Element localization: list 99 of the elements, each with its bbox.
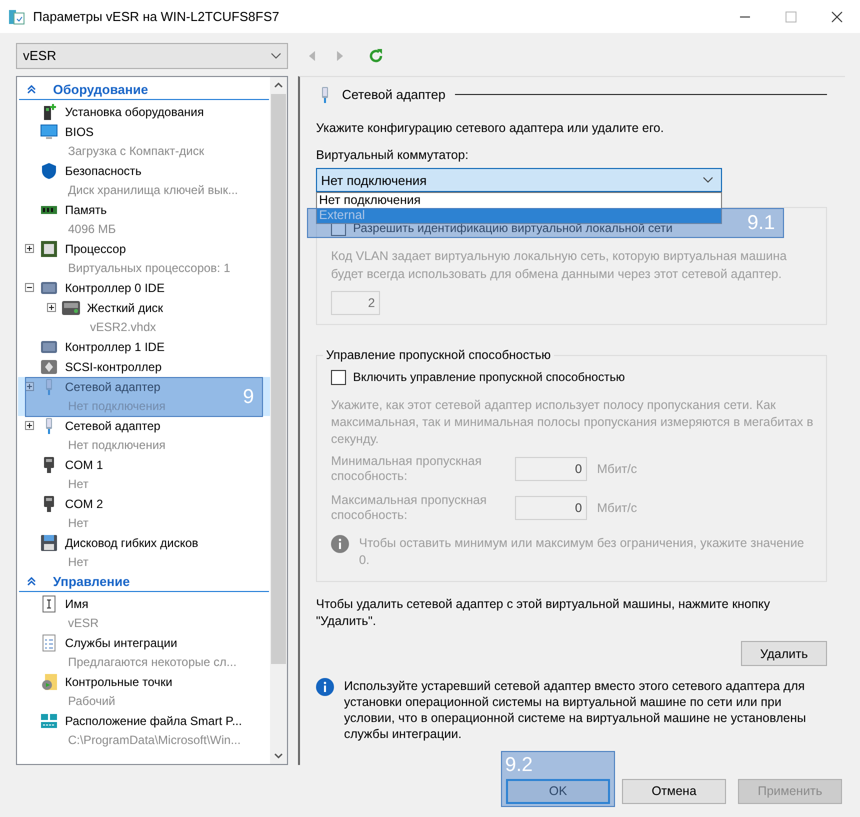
chevron-down-icon (271, 52, 281, 59)
item-detail: vESR2.vhdx (90, 319, 156, 336)
unit-label: Мбит/с (597, 500, 638, 518)
item-detail: C:\ProgramData\Microsoft\Win... (68, 732, 241, 750)
item-detail: 4096 МБ (68, 221, 116, 238)
tree-item[interactable]: Сетевой адаптер Нет подключения (18, 416, 270, 455)
server-icon (40, 712, 58, 730)
item-name: Контроллер 0 IDE (65, 280, 165, 297)
intro-text: Укажите конфигурацию сетевого адаптера или удалите его. (316, 120, 665, 137)
monitor-icon (40, 122, 58, 141)
info-icon (316, 678, 334, 696)
tree-item[interactable]: Установка оборудования (18, 102, 270, 122)
info-icon (331, 535, 349, 554)
item-name: Безопасность (65, 162, 142, 180)
checklist-icon (40, 634, 58, 652)
field-label: Минимальная пропускная способность: (331, 454, 483, 484)
tree-item[interactable]: Жесткий диск vESR2.vhdx (40, 298, 270, 337)
legacy-adapter-info: Используйте устаревший сетевой адаптер вместо этого сетевого адаптера для установки операционной системы на виртуальной машине по сети или при условии, что в операционной системе на виртуальной машине не установлены службы интеграции. (344, 678, 807, 742)
chevron-down-icon (703, 177, 713, 184)
section-header[interactable]: Управление (19, 572, 269, 592)
double-chevron-up-icon (27, 85, 36, 94)
tree-item[interactable]: Процессор Виртуальных процессоров: 1 (18, 238, 270, 278)
item-name: Установка оборудования (65, 104, 204, 121)
item-name: Контроллер 1 IDE (65, 338, 165, 356)
text-document-icon (40, 594, 58, 613)
item-detail: Нет (68, 476, 88, 494)
tree-item[interactable]: BIOS Загрузка с Компакт-диск (18, 122, 270, 161)
item-name: Расположение файла Smart P... (65, 712, 242, 730)
field-label: Максимальная пропускная способность: (331, 493, 488, 524)
tree-item[interactable]: Память 4096 МБ (18, 200, 270, 239)
refresh-icon[interactable] (368, 48, 384, 64)
item-name: Дисковод гибких дисков (65, 534, 198, 552)
callout-number: 9.2 (505, 754, 533, 774)
scrollbar[interactable] (270, 76, 287, 764)
item-detail: Нет подключения (68, 398, 166, 416)
item-name: Службы интеграции (65, 634, 178, 652)
item-detail: Предлагаются некоторые сл... (68, 654, 237, 672)
item-name: Сетевой адаптер (65, 418, 160, 435)
callout-number: 9 (242, 386, 254, 407)
bandwidth-description: Укажите, как этот сетевой адаптер использует полосу пропускания сети. Как максимальная, так и минимальная полосы пропускания измеряются в мегабитах в секунду. (331, 397, 814, 448)
expand-icon[interactable] (24, 421, 34, 430)
tree-item[interactable]: COM 1 Нет (18, 454, 270, 494)
window-title: Параметры vESR на WIN-L2TCUFS8FS7 (33, 8, 280, 26)
hard-drive-icon (62, 298, 80, 317)
item-name: COM 1 (65, 456, 104, 474)
scsi-icon (40, 358, 58, 376)
tree-item[interactable]: Контрольные точки Рабочий (18, 672, 270, 711)
virtual-switch-select[interactable]: Нет подключения (316, 168, 722, 192)
item-name: Сетевой адаптер (65, 378, 160, 396)
dialog-button[interactable]: Отмена (622, 778, 726, 804)
processor-icon (40, 240, 58, 258)
item-name: Имя (65, 596, 88, 613)
panel-title: Сетевой адаптер (342, 86, 446, 104)
unit-label: Мбит/с (597, 461, 638, 478)
item-detail: vESR (68, 615, 99, 632)
dropdown-option[interactable]: Нет подключения (317, 193, 721, 208)
collapse-icon[interactable] (24, 283, 34, 292)
bandwidth-note: Чтобы оставить минимум или максимум без ограничения, укажите значение 0. (359, 535, 806, 570)
tree-item[interactable]: Имя vESR (18, 594, 270, 633)
item-detail: Нет подключения (68, 437, 166, 454)
section-title: Управление (53, 573, 130, 592)
item-detail: Виртуальных процессоров: 1 (68, 260, 230, 278)
item-detail: Нет (68, 515, 88, 532)
double-chevron-up-icon (27, 577, 36, 586)
item-detail: Диск хранилища ключей вык... (68, 182, 238, 200)
remove-button[interactable]: Удалить (741, 641, 827, 666)
item-name: COM 2 (65, 496, 104, 513)
expand-icon[interactable] (46, 303, 56, 312)
settings-window-icon (9, 8, 25, 24)
tree-item[interactable]: Дисковод гибких дисков Нет (18, 532, 270, 572)
section-title: Оборудование (53, 81, 148, 100)
item-detail: Загрузка с Компакт-диск (68, 143, 204, 160)
item-name: Процессор (65, 240, 126, 258)
tree-item[interactable]: Безопасность Диск хранилища ключей вык... (18, 160, 270, 200)
checkbox-label: Включить управление пропускной способностью (353, 369, 625, 386)
remove-text: Чтобы удалить сетевой адаптер с этой виртуальной машины, нажмите кнопку "Удалить". (316, 596, 772, 630)
item-name: Контрольные точки (65, 674, 172, 691)
expand-icon[interactable] (24, 244, 34, 254)
item-detail: Нет (68, 554, 88, 572)
checkpoint-folder-icon (40, 672, 58, 691)
section-header[interactable]: Оборудование (19, 80, 269, 100)
item-name: Память (65, 202, 107, 219)
vlan-description: Код VLAN задает виртуальную локальную сеть, которую виртуальная машина будет всегда использовать для обмена данными через этот сетевой адаптер. (331, 248, 788, 284)
item-detail: Рабочий (68, 693, 116, 710)
item-name: Жесткий диск (87, 300, 164, 317)
tree-item[interactable]: SCSI-контроллер (18, 356, 270, 377)
shield-icon (40, 162, 58, 180)
callout-number: 9.1 (747, 213, 775, 234)
vm-select[interactable]: vESR (16, 43, 288, 69)
tree-item[interactable]: COM 2 Нет (18, 494, 270, 533)
tree-item[interactable]: Контроллер 0 IDE (18, 278, 270, 298)
switch-label: Виртуальный коммутатор: (316, 146, 470, 164)
tree-item[interactable]: Расположение файла Smart P... C:\ProgramData\Microsoft\Win... (18, 710, 270, 750)
scrollbar-thumb[interactable] (271, 94, 286, 664)
tree-item[interactable]: Службы интеграции Предлагаются некоторые сл... (18, 632, 270, 672)
tree-item[interactable]: Контроллер 1 IDE (18, 336, 270, 357)
dialog-button[interactable]: OK (506, 778, 610, 804)
item-name: BIOS (65, 124, 94, 141)
item-name: SCSI-контроллер (65, 358, 162, 376)
